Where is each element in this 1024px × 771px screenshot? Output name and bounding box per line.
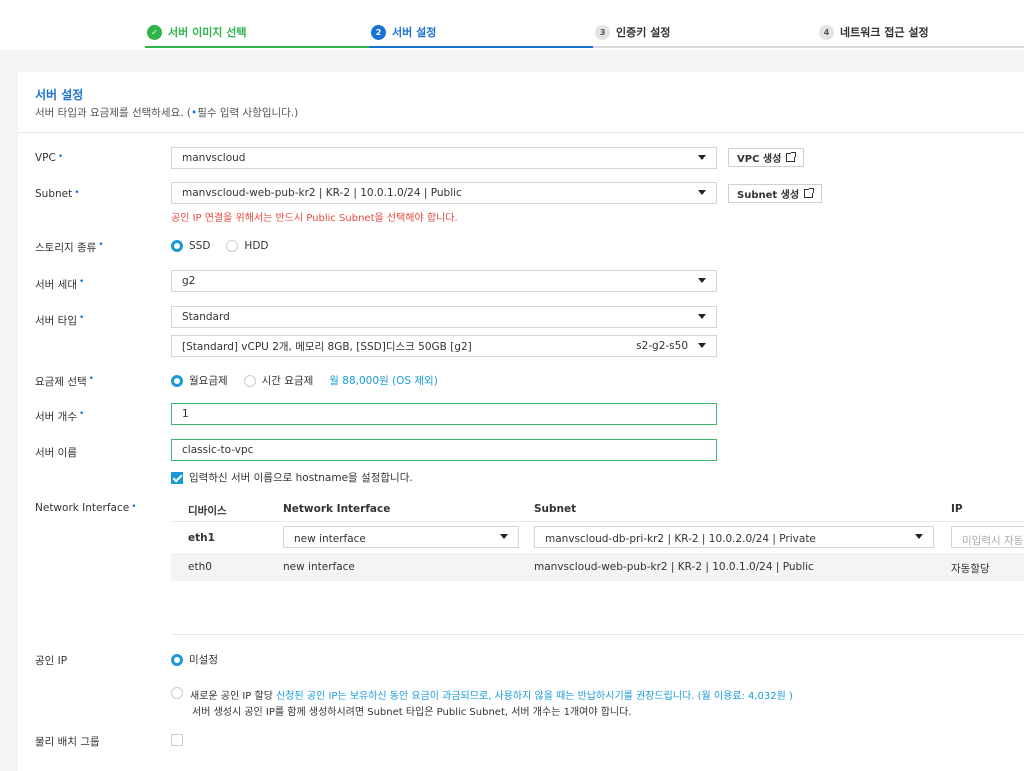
subnet-label: Subnet • [35, 188, 80, 200]
public-ip-new-row [171, 687, 189, 699]
check-icon: ✓ [147, 24, 162, 40]
step-server-settings[interactable]: 2 서버 설정 [371, 24, 436, 40]
step-number: 4 [819, 24, 834, 40]
server-type-label: 서버 타입 • [35, 313, 85, 327]
step-label: 서버 이미지 선택 [168, 26, 247, 39]
server-spec-select[interactable]: [Standard] vCPU 2개, 메모리 8GB, [SSD]디스크 50… [171, 335, 717, 357]
hourly-plan-radio[interactable] [243, 374, 256, 387]
external-link-icon [786, 152, 797, 162]
step-progress-todo [593, 46, 1024, 48]
hostname-row: 입력하신 서버 이름으로 hostname을 설정합니다. [171, 470, 413, 485]
storage-hdd-radio[interactable] [226, 240, 239, 252]
subnet-create-button[interactable]: Subnet 생성 [728, 184, 823, 203]
step-label: 서버 설정 [392, 26, 437, 39]
public-ip-warning: 서버 생성시 공인 IP를 함께 생성하시려면 Subnet 타입은 Publi… [192, 707, 632, 718]
step-number: 3 [595, 24, 610, 40]
table-row: eth1 new interface manvscloud-db-pri-kr2… [171, 523, 1024, 553]
divider [171, 521, 1024, 522]
step-label: 인증키 설정 [616, 26, 671, 39]
server-count-input[interactable]: 1 [171, 403, 717, 425]
storage-radio-group: SSD HDD [171, 240, 285, 252]
pricing-radio-group: 월요금제 시간 요금제 월 88,000원 (OS 제외) [171, 373, 438, 388]
chevron-down-icon [500, 534, 508, 539]
count-label: 서버 개수 • [35, 409, 85, 423]
monthly-plan-radio[interactable] [171, 374, 183, 387]
ni-ip-input[interactable]: 미입력시 자동 [951, 526, 1024, 548]
divider [171, 634, 1024, 635]
vpc-select[interactable]: manvscloud [171, 147, 717, 169]
chevron-down-icon [698, 343, 706, 348]
step-server-image[interactable]: ✓ 서버 이미지 선택 [147, 24, 247, 40]
storage-label: 스토리지 종류 • [35, 240, 104, 254]
vpc-label: VPC • [35, 152, 64, 164]
placement-group-checkbox[interactable] [171, 734, 183, 746]
section-title: 서버 설정 [35, 88, 84, 102]
divider [18, 132, 1024, 133]
vpc-create-button[interactable]: VPC 생성 [728, 148, 805, 167]
chevron-down-icon [915, 534, 923, 539]
name-label: 서버 이름 [35, 447, 77, 459]
ni-table-header: 디바이스 Network Interface Subnet IP [188, 503, 963, 517]
server-name-input[interactable]: classic-to-vpc [171, 439, 717, 461]
chevron-down-icon [698, 155, 706, 160]
ni-interface-select[interactable]: new interface [283, 526, 519, 548]
step-auth-key[interactable]: 3 인증키 설정 [595, 24, 670, 40]
ni-subnet-select[interactable]: manvscloud-db-pri-kr2 | KR-2 | 10.0.2.0/… [534, 526, 934, 548]
public-ip-notice: 새로운 공인 IP 할당 신청된 공인 IP는 보유하신 동안 요금이 과금되므… [190, 691, 793, 702]
chevron-down-icon [698, 190, 706, 195]
server-type-select[interactable]: Standard [171, 306, 717, 328]
placement-group-label: 물리 배치 그룹 [35, 736, 100, 748]
pricing-label: 요금제 선택 • [35, 374, 94, 388]
step-progress-done [145, 46, 369, 48]
section-description: 서버 타입과 요금제를 선택하세요. (•필수 입력 사항입니다.) [35, 107, 299, 119]
step-progress-active [369, 46, 593, 48]
step-label: 네트워크 접근 설정 [840, 26, 929, 39]
chevron-down-icon [698, 278, 706, 283]
chevron-down-icon [698, 314, 706, 319]
public-ip-none-row: 미설정 [171, 652, 234, 667]
stepper: ✓ 서버 이미지 선택 2 서버 설정 3 인증키 설정 4 네트워크 접근 설… [0, 0, 1024, 50]
generation-select[interactable]: g2 [171, 270, 717, 292]
generation-label: 서버 세대 • [35, 277, 85, 291]
subnet-select[interactable]: manvscloud-web-pub-kr2 | KR-2 | 10.0.1.0… [171, 182, 717, 204]
step-number: 2 [371, 24, 386, 40]
subnet-error-text: 공인 IP 연결을 위해서는 반드시 Public Subnet을 선택해야 합… [171, 213, 458, 224]
price-text: 월 88,000원 (OS 제외) [329, 375, 438, 387]
placement-group-row [171, 734, 183, 746]
storage-ssd-radio[interactable] [171, 240, 183, 252]
public-ip-none-radio[interactable] [171, 653, 183, 666]
public-ip-label: 공인 IP [35, 655, 68, 667]
network-interface-label: Network Interface • [35, 502, 137, 514]
step-network-access[interactable]: 4 네트워크 접근 설정 [819, 24, 929, 40]
public-ip-new-radio[interactable] [171, 687, 183, 699]
hostname-checkbox[interactable] [171, 471, 183, 484]
external-link-icon [804, 188, 815, 198]
server-settings-card: 서버 설정 서버 타입과 요금제를 선택하세요. (•필수 입력 사항입니다.)… [18, 72, 1024, 771]
table-row: eth0 new interface manvscloud-web-pub-kr… [171, 553, 1024, 581]
